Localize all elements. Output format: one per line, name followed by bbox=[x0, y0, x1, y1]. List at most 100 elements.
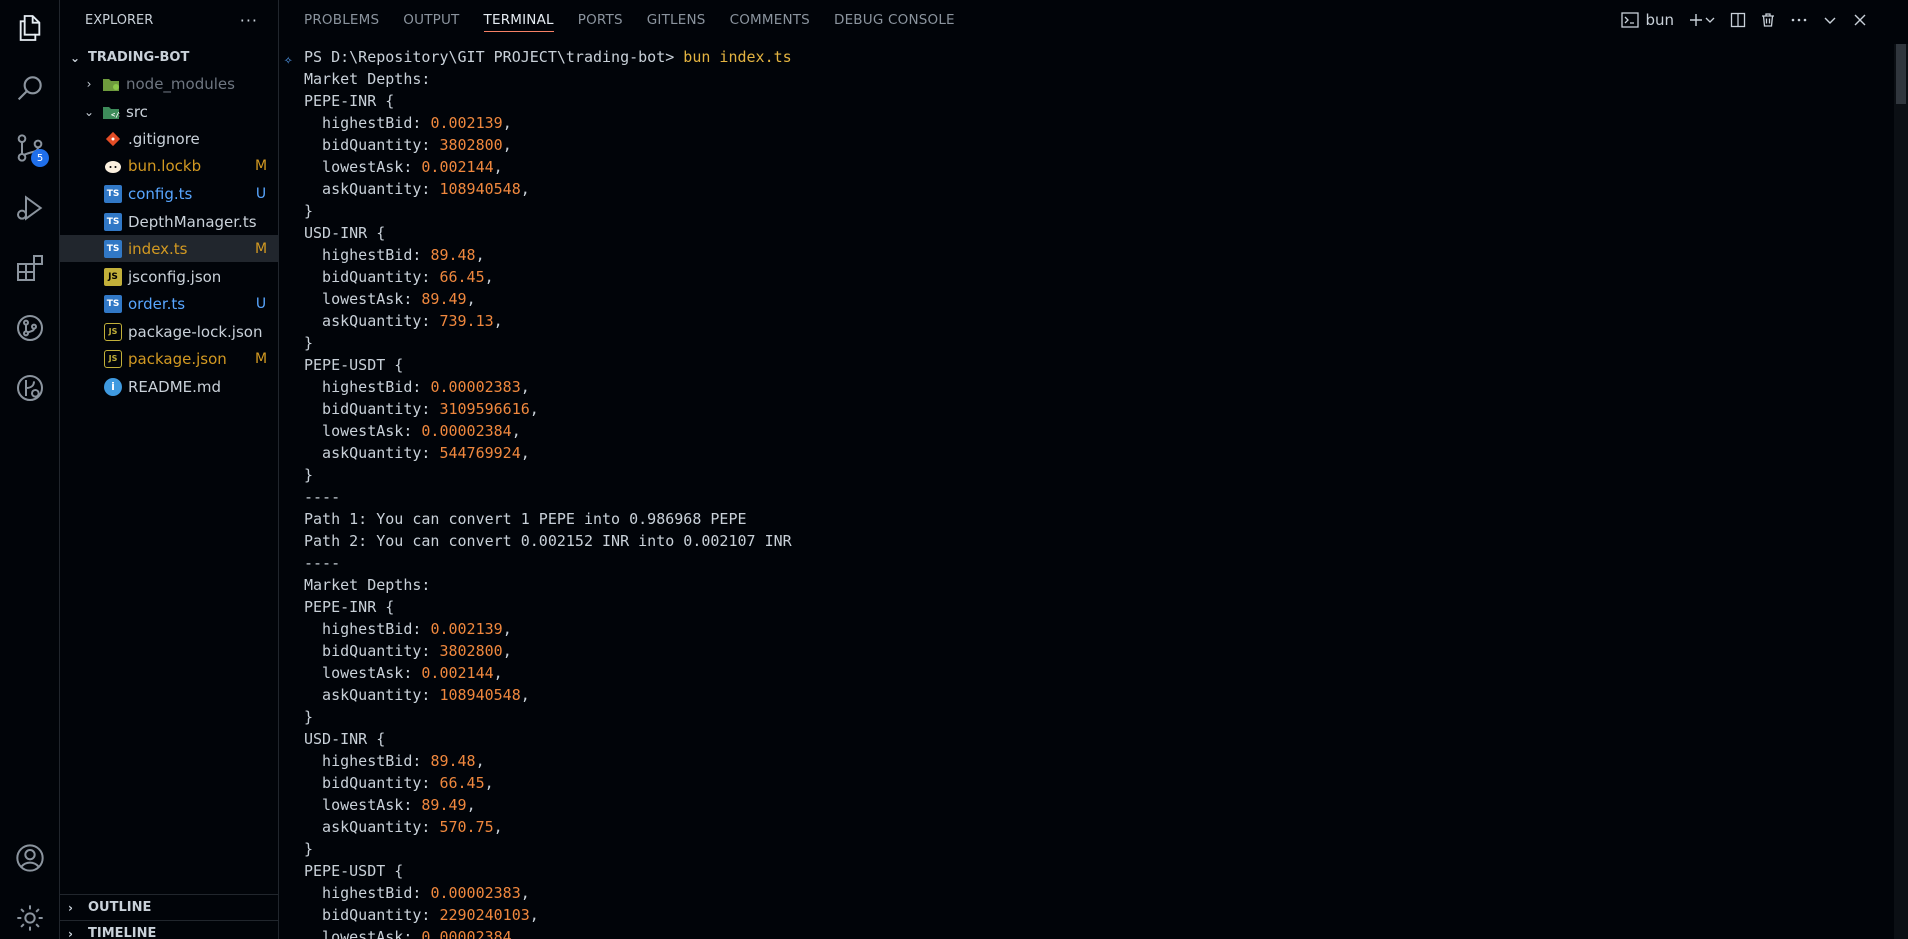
more-actions-button[interactable] bbox=[1790, 12, 1808, 28]
maximize-panel-button[interactable] bbox=[1822, 12, 1838, 28]
terminal-line: highestBid: 89.48, bbox=[280, 750, 1880, 772]
terminal-line: } bbox=[280, 332, 1880, 354]
tab-terminal[interactable]: TERMINAL bbox=[483, 0, 555, 40]
split-terminal-button[interactable] bbox=[1730, 12, 1746, 28]
workspace-root[interactable]: ⌄ TRADING-BOT bbox=[60, 44, 279, 71]
settings-button[interactable] bbox=[0, 890, 60, 939]
terminal-key: highestBid: bbox=[304, 752, 431, 770]
tree-item-node-modules[interactable]: › node_modules bbox=[60, 70, 279, 97]
terminal-line: PEPE-USDT { bbox=[280, 860, 1880, 882]
terminal-text: Path 1: You can convert 1 PEPE into 0.98… bbox=[304, 510, 747, 528]
tree-item-gitignore[interactable]: .gitignore bbox=[60, 125, 279, 152]
terminal-scrollbar[interactable] bbox=[1894, 44, 1908, 939]
terminal-punct: , bbox=[484, 774, 494, 792]
terminal-punct: , bbox=[466, 290, 476, 308]
new-terminal-button[interactable] bbox=[1688, 12, 1716, 28]
terminal-key: askQuantity: bbox=[304, 312, 440, 330]
terminal-line: lowestAsk: 0.002144, bbox=[280, 156, 1880, 178]
tree-item-order-ts[interactable]: TS order.ts U bbox=[60, 290, 279, 317]
terminal-line: ---- bbox=[280, 486, 1880, 508]
close-panel-button[interactable] bbox=[1852, 12, 1868, 28]
tree-item-label: order.ts bbox=[128, 294, 186, 313]
extensions-button[interactable] bbox=[0, 240, 60, 296]
terminal-line: bidQuantity: 66.45, bbox=[280, 772, 1880, 794]
terminal-line: PEPE-INR { bbox=[280, 90, 1880, 112]
git-graph-button[interactable] bbox=[0, 300, 60, 356]
terminal-line: askQuantity: 108940548, bbox=[280, 684, 1880, 706]
run-debug-button[interactable] bbox=[0, 180, 60, 236]
source-control-button[interactable]: 5 bbox=[0, 120, 60, 176]
chevron-down-icon: ⌄ bbox=[69, 50, 81, 65]
terminal-line: askQuantity: 739.13, bbox=[280, 310, 1880, 332]
explorer-title: EXPLORER bbox=[85, 12, 154, 28]
tab-debug-console[interactable]: DEBUG CONSOLE bbox=[834, 0, 955, 40]
terminal-punct: , bbox=[502, 642, 512, 660]
tree-item-index-ts[interactable]: TS index.ts M bbox=[60, 235, 279, 262]
git-status-badge: U bbox=[255, 295, 267, 312]
terminal-value: 108940548 bbox=[439, 686, 521, 704]
terminal-value: 3109596616 bbox=[439, 400, 530, 418]
terminal-value: 89.48 bbox=[430, 246, 476, 264]
scrollbar-thumb[interactable] bbox=[1896, 44, 1906, 104]
tab-gitlens[interactable]: GITLENS bbox=[647, 0, 706, 40]
terminal-line: lowestAsk: 0.002144, bbox=[280, 662, 1880, 684]
terminal-icon bbox=[1621, 12, 1640, 28]
terminal-text: PEPE-INR { bbox=[304, 598, 395, 616]
tree-item-config-ts[interactable]: TS config.ts U bbox=[60, 180, 279, 207]
terminal-line: bidQuantity: 3802800, bbox=[280, 640, 1880, 662]
tree-item-bun-lockb[interactable]: bun.lockb M bbox=[60, 152, 279, 179]
terminal-text: } bbox=[304, 708, 314, 726]
close-icon bbox=[1854, 14, 1866, 26]
typescript-icon: TS bbox=[104, 184, 122, 203]
explorer-button[interactable] bbox=[0, 0, 60, 56]
git-graph-icon bbox=[17, 315, 43, 341]
git-status-badge: M bbox=[254, 240, 268, 257]
tree-item-jsconfig-json[interactable]: JS jsconfig.json bbox=[60, 263, 279, 290]
tab-output[interactable]: OUTPUT bbox=[403, 0, 459, 40]
terminal-key: bidQuantity: bbox=[304, 906, 440, 924]
terminal-line: } bbox=[280, 200, 1880, 222]
terminal-prompt: PS D:\Repository\GIT PROJECT\trading-bot… bbox=[304, 48, 684, 66]
tab-comments[interactable]: COMMENTS bbox=[730, 0, 810, 40]
terminal-key: lowestAsk: bbox=[304, 664, 422, 682]
terminal-selector[interactable]: bun bbox=[1621, 11, 1674, 29]
terminal-punct: , bbox=[520, 378, 530, 396]
terminal-punct: , bbox=[493, 312, 503, 330]
terminal-line: highestBid: 0.00002383, bbox=[280, 882, 1880, 904]
more-actions-icon[interactable]: ··· bbox=[240, 11, 258, 30]
tab-problems[interactable]: PROBLEMS bbox=[304, 0, 379, 40]
terminal-line: } bbox=[280, 838, 1880, 860]
terminal-text: Path 2: You can convert 0.002152 INR int… bbox=[304, 532, 792, 550]
tree-item-readme-md[interactable]: i README.md bbox=[60, 373, 279, 400]
terminal-text: ---- bbox=[304, 554, 341, 572]
kill-terminal-button[interactable] bbox=[1760, 12, 1776, 28]
terminal-line: Market Depths: bbox=[280, 574, 1880, 596]
outline-section[interactable]: › OUTLINE bbox=[60, 894, 279, 920]
accounts-button[interactable] bbox=[0, 830, 60, 886]
terminal-key: bidQuantity: bbox=[304, 136, 440, 154]
terminal-name: bun bbox=[1645, 11, 1674, 29]
terminal-text: PEPE-INR { bbox=[304, 92, 395, 110]
terminal-key: askQuantity: bbox=[304, 818, 440, 836]
terminal-text: PEPE-USDT { bbox=[304, 862, 404, 880]
chevron-right-icon: › bbox=[68, 926, 73, 939]
tree-item-package-json[interactable]: JS package.json M bbox=[60, 345, 279, 372]
terminal-punct: , bbox=[475, 246, 485, 264]
tree-item-label: bun.lockb bbox=[128, 156, 202, 175]
terminal-output[interactable]: ✧ PS D:\Repository\GIT PROJECT\trading-b… bbox=[280, 46, 1880, 939]
terminal-key: lowestAsk: bbox=[304, 158, 422, 176]
tree-item-src[interactable]: ⌄ </> src bbox=[60, 98, 279, 125]
terminal-line: } bbox=[280, 706, 1880, 728]
git-status-badge: M bbox=[254, 350, 268, 367]
tree-item-package-lock-json[interactable]: JS package-lock.json bbox=[60, 318, 279, 345]
gitlens-button[interactable] bbox=[0, 360, 60, 416]
terminal-line: lowestAsk: 89.49, bbox=[280, 794, 1880, 816]
terminal-value: 544769924 bbox=[439, 444, 521, 462]
search-button[interactable] bbox=[0, 60, 60, 116]
terminal-punct: , bbox=[475, 752, 485, 770]
timeline-section[interactable]: › TIMELINE bbox=[60, 920, 279, 939]
tab-ports[interactable]: PORTS bbox=[578, 0, 623, 40]
search-icon bbox=[17, 76, 42, 101]
terminal-punct: , bbox=[529, 906, 539, 924]
tree-item-depthmanager-ts[interactable]: TS DepthManager.ts bbox=[60, 208, 279, 235]
